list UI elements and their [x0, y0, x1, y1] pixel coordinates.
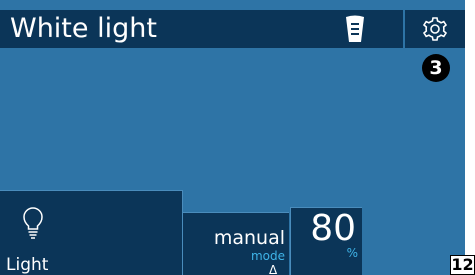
mode-selector-arrow[interactable]: Δ — [269, 263, 277, 275]
mode-tile[interactable]: manual mode Δ — [183, 212, 289, 275]
mode-caption: mode — [250, 249, 285, 263]
light-tile[interactable]: Light — [0, 190, 183, 275]
page-title: White light — [10, 13, 157, 44]
intensity-unit: % — [346, 246, 358, 260]
header-bar: White light — [0, 10, 465, 48]
intensity-tile[interactable]: 80 % — [290, 207, 362, 275]
page-number: 12 — [450, 255, 475, 275]
intensity-value: 80 — [310, 208, 356, 249]
light-label: Light — [6, 255, 49, 275]
mode-value: manual — [213, 227, 285, 249]
settings-button[interactable] — [405, 10, 465, 48]
gear-icon — [422, 17, 448, 41]
remote-control-icon[interactable] — [343, 14, 367, 44]
device-screen: White light 3 Light manual mode Δ 80 % — [0, 0, 465, 275]
light-bulb-icon — [23, 207, 43, 239]
callout-marker: 3 — [422, 54, 450, 82]
